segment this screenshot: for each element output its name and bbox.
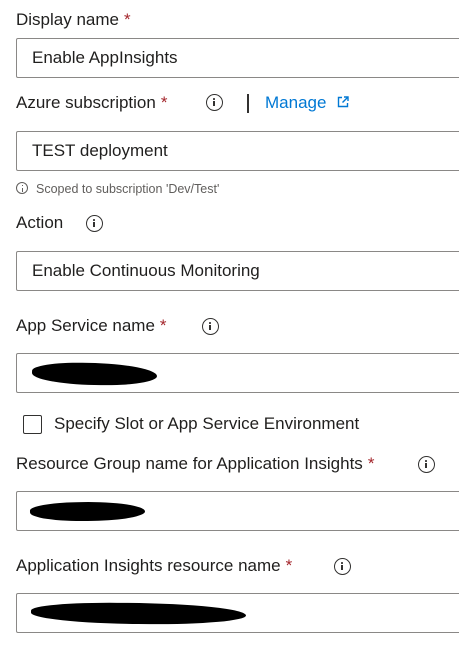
info-icon[interactable] (418, 456, 435, 473)
action-select[interactable]: Enable Continuous Monitoring (16, 251, 459, 291)
info-icon (16, 182, 28, 194)
required-asterisk: * (367, 454, 375, 473)
resource-group-label-text: Resource Group name for Application Insi… (16, 454, 363, 473)
subscription-scope-note: Scoped to subscription 'Dev/Test' (16, 180, 219, 198)
azure-subscription-label: Azure subscription * (16, 92, 167, 114)
azure-subscription-field[interactable]: TEST deployment (16, 131, 459, 171)
app-service-name-label-text: App Service name (16, 316, 155, 335)
redacted-value (31, 361, 158, 387)
app-insights-resource-label: Application Insights resource name * (16, 555, 292, 577)
app-service-name-field[interactable] (16, 353, 459, 393)
action-label: Action (16, 212, 63, 234)
info-icon[interactable] (334, 558, 351, 575)
required-asterisk: * (159, 316, 167, 335)
info-icon[interactable] (202, 318, 219, 335)
action-value: Enable Continuous Monitoring (32, 261, 260, 280)
display-name-label: Display name * (16, 9, 131, 31)
app-insights-resource-label-text: Application Insights resource name (16, 556, 281, 575)
display-name-label-text: Display name (16, 10, 119, 29)
display-name-value: Enable AppInsights (32, 48, 178, 67)
required-asterisk: * (285, 556, 293, 575)
info-icon[interactable] (206, 94, 223, 111)
subscription-scope-text: Scoped to subscription 'Dev/Test' (36, 182, 220, 196)
azure-subscription-value: TEST deployment (32, 141, 168, 160)
info-icon[interactable] (86, 215, 103, 232)
resource-group-label: Resource Group name for Application Insi… (16, 453, 374, 475)
redacted-value (29, 500, 146, 523)
resource-group-field[interactable] (16, 491, 459, 531)
required-asterisk: * (160, 93, 168, 112)
external-link-icon[interactable] (337, 96, 349, 108)
required-asterisk: * (124, 10, 131, 29)
action-label-text: Action (16, 213, 64, 232)
specify-slot-checkbox[interactable] (23, 415, 42, 434)
azure-subscription-label-text: Azure subscription (16, 93, 156, 112)
app-insights-resource-field[interactable] (16, 593, 459, 633)
display-name-field[interactable]: Enable AppInsights (16, 38, 459, 78)
specify-slot-label[interactable]: Specify Slot or App Service Environment (54, 413, 359, 435)
app-service-name-label: App Service name * (16, 315, 167, 337)
redacted-value (30, 602, 247, 625)
manage-link[interactable]: Manage (265, 92, 326, 114)
divider (247, 94, 249, 113)
